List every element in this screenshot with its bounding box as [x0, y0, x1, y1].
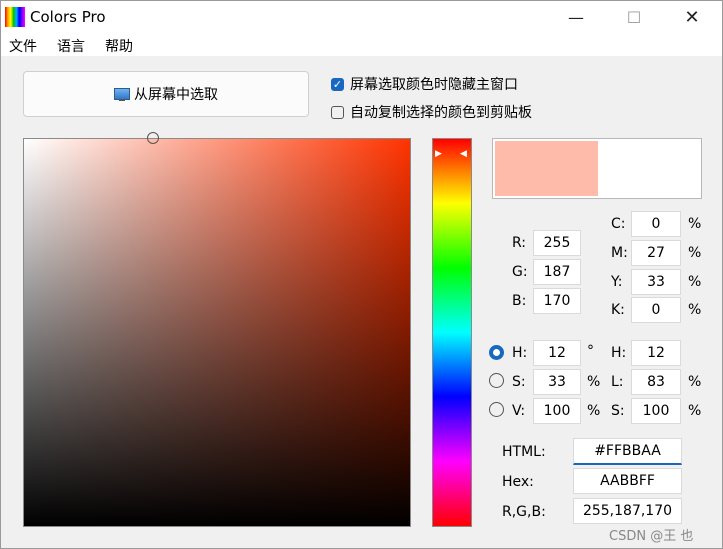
color-preview: [492, 138, 702, 199]
hide-window-checkbox[interactable]: ✓: [331, 77, 344, 91]
hsv-s-radio[interactable]: [489, 373, 504, 388]
hsv-h-unit: °: [587, 343, 594, 359]
hsl-l-field[interactable]: 83: [631, 369, 681, 395]
cmyk-k-field[interactable]: 0: [631, 297, 681, 323]
hue-slider-right-arrow[interactable]: ◀: [460, 149, 467, 159]
saturation-value-picker[interactable]: [23, 138, 411, 527]
pick-button-label: 从屏幕中选取: [134, 87, 218, 103]
rgb-b-label: B:: [512, 293, 527, 309]
auto-copy-checkbox[interactable]: [331, 105, 344, 119]
hsv-s-field[interactable]: 33: [533, 369, 581, 395]
cmyk-c-unit: %: [688, 216, 702, 232]
cmyk-c-field[interactable]: 0: [631, 211, 681, 237]
maximize-button[interactable]: ☐: [611, 1, 657, 34]
minimize-button[interactable]: —: [553, 1, 599, 34]
hsv-s-unit: %: [587, 374, 601, 390]
hue-slider[interactable]: [432, 138, 472, 527]
hsl-h-field[interactable]: 12: [631, 340, 681, 366]
hsv-h-label: H:: [512, 345, 528, 361]
hsl-h-label: H:: [611, 345, 627, 361]
main-window: Colors Pro — ☐ ✕ 文件 语言 帮助 从屏幕中选取 ✓ 屏幕选取颜…: [0, 0, 723, 549]
rgb-g-field[interactable]: 187: [533, 259, 581, 285]
monitor-icon: [114, 87, 130, 101]
cmyk-y-label: Y:: [611, 274, 623, 290]
watermark: CSDN @王 也: [609, 529, 694, 544]
hsv-v-label: V:: [512, 403, 526, 419]
hide-window-option[interactable]: ✓ 屏幕选取颜色时隐藏主窗口: [331, 74, 518, 94]
menu-language[interactable]: 语言: [57, 36, 85, 56]
hsl-l-unit: %: [688, 374, 702, 390]
cmyk-y-unit: %: [688, 274, 702, 290]
hex-code-label: Hex:: [502, 474, 534, 490]
title-bar[interactable]: Colors Pro — ☐ ✕: [1, 1, 722, 34]
hsl-s-field[interactable]: 100: [631, 398, 681, 424]
current-color-swatch: [495, 141, 598, 196]
rgb-code-label: R,G,B:: [502, 504, 546, 520]
hsl-l-label: L:: [611, 374, 624, 390]
hsl-s-unit: %: [688, 403, 702, 419]
pick-from-screen-button[interactable]: 从屏幕中选取: [23, 71, 309, 117]
hsv-s-label: S:: [512, 374, 526, 390]
rgb-g-label: G:: [512, 264, 528, 280]
rgb-r-label: R:: [512, 235, 527, 251]
cmyk-c-label: C:: [611, 216, 626, 232]
hex-code-field[interactable]: AABBFF: [573, 468, 682, 494]
cmyk-k-unit: %: [688, 302, 702, 318]
hsl-s-label: S:: [611, 403, 625, 419]
hsv-v-radio[interactable]: [489, 402, 504, 417]
hide-window-label: 屏幕选取颜色时隐藏主窗口: [350, 77, 518, 93]
hsv-v-field[interactable]: 100: [533, 398, 581, 424]
hsv-v-unit: %: [587, 403, 601, 419]
close-button[interactable]: ✕: [669, 1, 715, 34]
rgb-b-field[interactable]: 170: [533, 288, 581, 314]
window-title: Colors Pro: [30, 8, 106, 26]
cmyk-k-label: K:: [611, 302, 625, 318]
color-picker-cursor[interactable]: [147, 132, 159, 144]
cmyk-y-field[interactable]: 33: [631, 269, 681, 295]
auto-copy-option[interactable]: 自动复制选择的颜色到剪贴板: [331, 102, 532, 122]
html-code-field[interactable]: #FFBBAA: [573, 438, 682, 465]
menu-help[interactable]: 帮助: [105, 36, 133, 56]
cmyk-m-unit: %: [688, 245, 702, 261]
rgb-r-field[interactable]: 255: [533, 230, 581, 256]
cmyk-m-label: M:: [611, 245, 628, 261]
hue-slider-left-arrow[interactable]: ▶: [435, 149, 442, 159]
hsv-h-radio[interactable]: [489, 345, 504, 360]
rgb-code-field[interactable]: 255,187,170: [573, 498, 682, 524]
html-code-label: HTML:: [502, 444, 546, 460]
app-rainbow-icon: [5, 7, 25, 27]
menu-bar: 文件 语言 帮助: [1, 34, 722, 56]
menu-file[interactable]: 文件: [9, 36, 37, 56]
hsv-h-field[interactable]: 12: [533, 340, 581, 366]
auto-copy-label: 自动复制选择的颜色到剪贴板: [350, 105, 532, 121]
cmyk-m-field[interactable]: 27: [631, 240, 681, 266]
